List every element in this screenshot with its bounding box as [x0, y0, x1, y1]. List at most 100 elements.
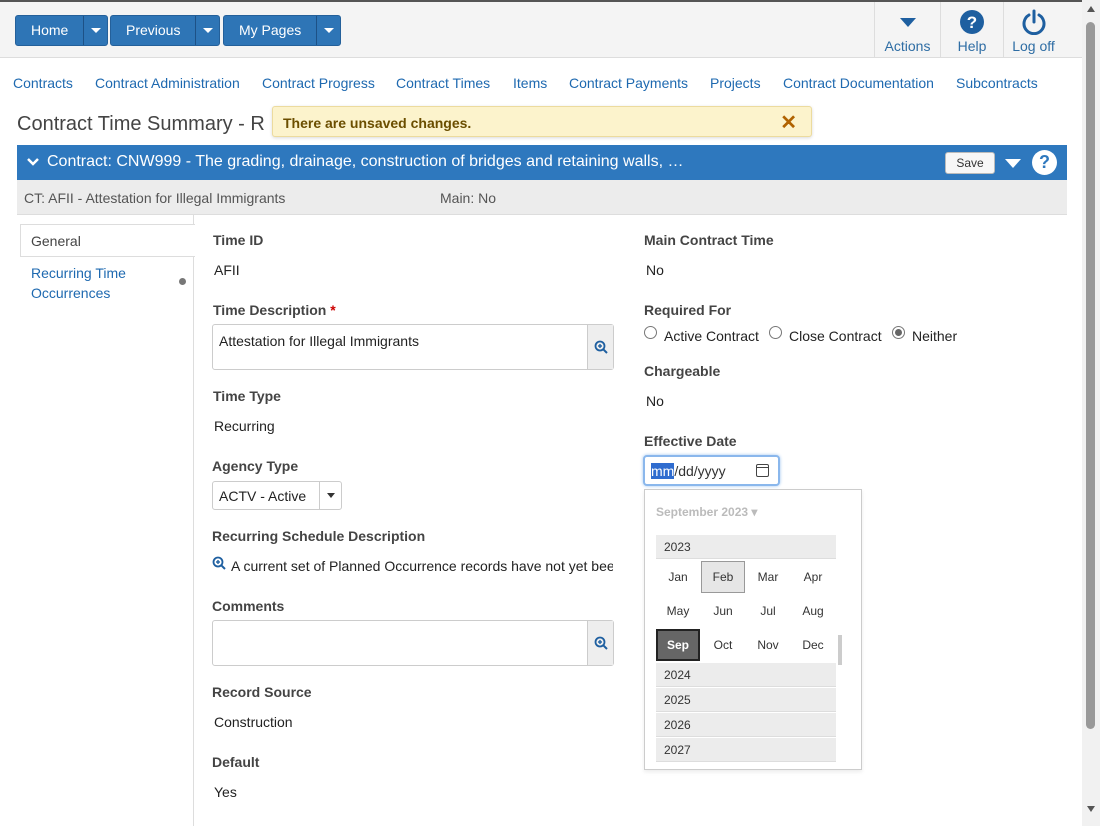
nav-contracts[interactable]: Contracts — [13, 75, 73, 91]
previous-dropdown-button[interactable] — [195, 16, 219, 45]
recurring-schedule-value: A current set of Planned Occurrence reco… — [231, 558, 613, 574]
contract-subinfo: CT: AFII - Attestation for Illegal Immig… — [17, 180, 1067, 215]
effective-date-input[interactable]: mm/dd/yyyy — [643, 455, 780, 486]
zoom-button[interactable] — [587, 621, 613, 665]
tab-recurring-time-occurrences[interactable]: Recurring Time Occurrences — [31, 263, 171, 303]
date-segment-month[interactable]: mm — [651, 463, 675, 479]
date-segment-rest[interactable]: /dd/yyyy — [674, 463, 725, 479]
power-icon — [1021, 8, 1047, 36]
scroll-up-icon[interactable] — [1087, 6, 1095, 12]
nav-contract-documentation[interactable]: Contract Documentation — [783, 75, 934, 91]
nav-subcontracts[interactable]: Subcontracts — [956, 75, 1038, 91]
month-apr[interactable]: Apr — [791, 561, 835, 593]
recurring-schedule-zoom[interactable] — [212, 556, 226, 573]
contract-title: Contract: CNW999 - The grading, drainage… — [47, 153, 684, 170]
previous-button[interactable]: Previous — [111, 16, 195, 45]
nav-contract-payments[interactable]: Contract Payments — [569, 75, 688, 91]
chevron-down-icon — [90, 28, 101, 33]
actions-button[interactable]: Actions — [874, 2, 940, 58]
year-row-2024[interactable]: 2024 — [656, 663, 836, 687]
month-nov[interactable]: Nov — [746, 629, 790, 661]
chevron-down-icon — [326, 493, 335, 498]
home-button[interactable]: Home — [16, 16, 83, 45]
contract-header[interactable]: Contract: CNW999 - The grading, drainage… — [17, 145, 1067, 180]
radio-active-contract-label[interactable]: Active Contract — [664, 328, 759, 344]
caret-down-icon[interactable] — [1005, 159, 1021, 168]
radio-close-contract-label[interactable]: Close Contract — [789, 328, 882, 344]
page-scrollbar[interactable] — [1082, 0, 1100, 826]
time-description-label-text: Time Description — [213, 302, 327, 318]
year-label: 2027 — [664, 743, 691, 757]
chevron-down-icon — [202, 28, 213, 33]
month-dec[interactable]: Dec — [791, 629, 835, 661]
main-contract-time-label: Main Contract Time — [644, 232, 774, 248]
agency-type-dropdown[interactable] — [319, 482, 341, 509]
year-label: 2023 — [664, 540, 691, 554]
nav-projects[interactable]: Projects — [710, 75, 761, 91]
nav-contract-times[interactable]: Contract Times — [396, 75, 490, 91]
month-sep[interactable]: Sep — [656, 629, 700, 661]
help-label: Help — [957, 38, 987, 54]
calendar-icon[interactable] — [756, 464, 769, 477]
month-oct[interactable]: Oct — [701, 629, 745, 661]
zoom-button[interactable] — [587, 325, 613, 369]
agency-type-label: Agency Type — [212, 458, 299, 474]
tab-general[interactable]: General — [20, 224, 195, 257]
logoff-button[interactable]: Log off — [1003, 2, 1063, 58]
zoom-in-icon — [594, 636, 608, 650]
radio-close-contract[interactable] — [769, 326, 782, 339]
main-contract-time-value: No — [646, 262, 664, 278]
scrollbar-thumb[interactable] — [1086, 22, 1095, 729]
month-aug[interactable]: Aug — [791, 595, 835, 627]
month-jul[interactable]: Jul — [746, 595, 790, 627]
month-mar[interactable]: Mar — [746, 561, 790, 593]
month-jan[interactable]: Jan — [656, 561, 700, 593]
time-type-value: Recurring — [214, 418, 275, 434]
home-split-button[interactable]: Home — [15, 15, 109, 46]
radio-neither-label[interactable]: Neither — [912, 328, 957, 344]
radio-neither[interactable] — [892, 326, 905, 339]
nav-contract-administration[interactable]: Contract Administration — [95, 75, 240, 91]
chevron-down-icon[interactable] — [27, 155, 39, 171]
effective-date-label: Effective Date — [644, 433, 737, 449]
default-value: Yes — [214, 784, 237, 800]
year-row-2026[interactable]: 2026 — [656, 713, 836, 737]
nav-contract-progress[interactable]: Contract Progress — [262, 75, 375, 91]
caret-down-icon — [899, 8, 917, 36]
default-label: Default — [212, 754, 260, 770]
main-info: Main: No — [440, 190, 497, 206]
previous-split-button[interactable]: Previous — [110, 15, 221, 46]
month-may[interactable]: May — [656, 595, 700, 627]
help-button[interactable]: ? Help — [940, 2, 1003, 58]
time-description-input[interactable]: Attestation for Illegal Immigrants — [212, 324, 614, 370]
help-icon[interactable]: ? — [1032, 150, 1057, 175]
comments-input[interactable] — [212, 620, 614, 666]
close-icon[interactable]: ✕ — [780, 110, 797, 135]
radio-active-contract[interactable] — [644, 326, 657, 339]
unsaved-changes-toast: There are unsaved changes. ✕ — [272, 106, 812, 137]
home-dropdown-button[interactable] — [83, 16, 107, 45]
chargeable-label: Chargeable — [644, 363, 721, 379]
mypages-button[interactable]: My Pages — [224, 16, 316, 45]
month-feb[interactable]: Feb — [701, 561, 745, 593]
scroll-down-icon[interactable] — [1087, 806, 1095, 812]
nav-items[interactable]: Items — [513, 75, 547, 91]
page-title: Contract Time Summary - R — [17, 113, 265, 135]
mypages-dropdown-button[interactable] — [316, 16, 340, 45]
year-row-2025[interactable]: 2025 — [656, 688, 836, 712]
side-tabs: General Recurring Time Occurrences — [17, 215, 195, 826]
year-row-2027[interactable]: 2027 — [656, 738, 836, 762]
picker-scrollbar[interactable] — [838, 635, 842, 665]
agency-type-select[interactable]: ACTV - Active — [212, 481, 342, 510]
year-row-2023[interactable]: 2023 — [656, 535, 836, 559]
record-source-value: Construction — [214, 714, 293, 730]
required-for-label: Required For — [644, 302, 732, 318]
picker-month-year-header[interactable]: September 2023 ▾ — [656, 505, 757, 519]
save-button[interactable]: Save — [945, 152, 995, 174]
date-picker: September 2023 ▾ 2023 Jan Feb Mar Apr Ma… — [644, 489, 862, 770]
chargeable-value: No — [646, 393, 664, 409]
logoff-label: Log off — [1012, 38, 1055, 54]
month-jun[interactable]: Jun — [701, 595, 745, 627]
help-icon: ? — [959, 8, 985, 36]
mypages-split-button[interactable]: My Pages — [223, 15, 342, 46]
